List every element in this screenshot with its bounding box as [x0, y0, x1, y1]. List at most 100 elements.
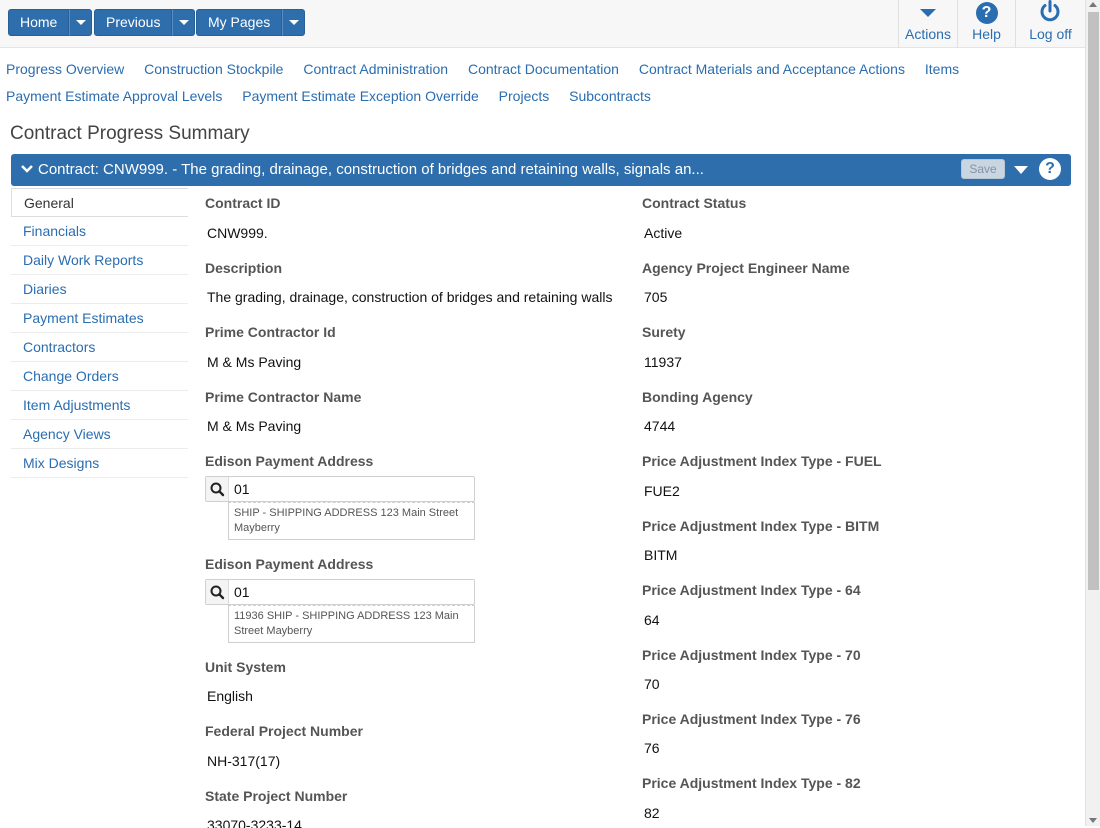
lookup-description: 11936 SHIP - SHIPPING ADDRESS 123 Main S… [228, 605, 475, 643]
field-value: 70 [644, 676, 660, 692]
field-bonding-agency: Bonding Agency 4744 [642, 389, 1072, 453]
field-label: Price Adjustment Index Type - 64 [642, 582, 861, 598]
field-label: State Project Number [205, 788, 348, 804]
search-icon[interactable] [206, 580, 229, 604]
home-dropdown-chevron-icon[interactable] [69, 9, 93, 36]
contract-title: Contract: CNW999. - The grading, drainag… [38, 161, 704, 178]
top-toolbar: Home Previous My Pages Actions ? Help Lo… [0, 0, 1085, 48]
lookup-control: 01 11936 SHIP - SHIPPING ADDRESS 123 Mai… [205, 579, 475, 643]
field-label: Contract ID [205, 195, 281, 211]
tab-agency-views[interactable]: Agency Views [11, 420, 188, 449]
my-pages-dropdown-chevron-icon[interactable] [282, 9, 306, 36]
tab-diaries[interactable]: Diaries [11, 275, 188, 304]
my-pages-split-button: My Pages [196, 9, 306, 36]
lookup-input-box: 01 [205, 476, 475, 502]
collapse-chevron-icon[interactable] [20, 162, 34, 176]
tab-mix-designs[interactable]: Mix Designs [11, 449, 188, 478]
save-button[interactable]: Save [961, 159, 1005, 179]
tab-general[interactable]: General [11, 188, 188, 217]
field-label: Price Adjustment Index Type - 70 [642, 647, 861, 663]
my-pages-button[interactable]: My Pages [196, 9, 283, 36]
page-title: Contract Progress Summary [10, 123, 250, 144]
nav-links-row-2: Payment Estimate Approval Levels Payment… [6, 88, 667, 104]
field-prime-contractor-id: Prime Contractor Id M & Ms Paving [205, 324, 615, 389]
field-edison-payment-address-1: Edison Payment Address 01 SHIP - SHIPPIN… [205, 453, 615, 556]
contract-header-bar: Contract: CNW999. - The grading, drainag… [11, 154, 1071, 186]
field-value: FUE2 [644, 483, 680, 499]
tab-item-adjustments[interactable]: Item Adjustments [11, 391, 188, 420]
edison-payment-address-input[interactable]: 01 [229, 477, 474, 501]
link-construction-stockpile[interactable]: Construction Stockpile [144, 61, 283, 77]
link-payment-estimate-approval-levels[interactable]: Payment Estimate Approval Levels [6, 88, 222, 104]
help-icon: ? [975, 2, 998, 24]
link-contract-materials[interactable]: Contract Materials and Acceptance Action… [639, 61, 905, 77]
logoff-button[interactable]: Log off [1015, 0, 1085, 48]
field-label: Surety [642, 324, 686, 340]
field-price-adjustment-82: Price Adjustment Index Type - 82 82 [642, 775, 1072, 825]
scroll-thumb[interactable] [1088, 12, 1099, 590]
link-payment-estimate-exception-override[interactable]: Payment Estimate Exception Override [242, 88, 479, 104]
field-prime-contractor-name: Prime Contractor Name M & Ms Paving [205, 389, 615, 453]
scroll-down-arrow-icon[interactable] [1089, 818, 1097, 823]
lookup-description: SHIP - SHIPPING ADDRESS 123 Main Street … [228, 502, 475, 540]
link-projects[interactable]: Projects [499, 88, 550, 104]
actions-button[interactable]: Actions [898, 0, 957, 48]
logoff-label: Log off [1029, 26, 1072, 42]
field-edison-payment-address-2: Edison Payment Address 01 11936 SHIP - S… [205, 556, 615, 659]
field-price-adjustment-fuel: Price Adjustment Index Type - FUEL FUE2 [642, 453, 1072, 518]
page-scrollbar[interactable] [1085, 0, 1100, 826]
link-progress-overview[interactable]: Progress Overview [6, 61, 124, 77]
help-label: Help [972, 26, 1001, 42]
field-value: English [207, 688, 253, 704]
tab-financials[interactable]: Financials [11, 217, 188, 246]
field-value: 82 [644, 805, 660, 821]
link-contract-administration[interactable]: Contract Administration [303, 61, 448, 77]
search-icon[interactable] [206, 477, 229, 501]
field-price-adjustment-70: Price Adjustment Index Type - 70 70 [642, 647, 1072, 711]
tab-contractors[interactable]: Contractors [11, 333, 188, 362]
field-label: Unit System [205, 659, 286, 675]
field-value: 11937 [644, 354, 682, 370]
tab-daily-work-reports[interactable]: Daily Work Reports [11, 246, 188, 275]
field-value: BITM [644, 547, 678, 563]
field-label: Price Adjustment Index Type - 76 [642, 711, 861, 727]
field-value: Active [644, 225, 683, 241]
home-split-button: Home [8, 9, 93, 36]
field-value: M & Ms Paving [207, 418, 302, 434]
power-icon [1040, 0, 1060, 22]
field-value: NH-317(17) [207, 753, 281, 769]
field-value: CNW999. [207, 225, 268, 241]
field-label: Contract Status [642, 195, 747, 211]
field-label: Price Adjustment Index Type - BITM [642, 518, 880, 534]
edison-payment-address-input[interactable]: 01 [229, 580, 474, 604]
field-label: Price Adjustment Index Type - 82 [642, 775, 861, 791]
home-button[interactable]: Home [8, 9, 70, 36]
field-surety: Surety 11937 [642, 324, 1072, 389]
general-right-column: Contract Status Active Agency Project En… [642, 195, 1072, 825]
field-label: Bonding Agency [642, 389, 753, 405]
help-button[interactable]: ? Help [957, 0, 1015, 48]
field-value: 64 [644, 612, 660, 628]
contract-help-icon[interactable]: ? [1039, 158, 1061, 180]
link-subcontracts[interactable]: Subcontracts [569, 88, 651, 104]
field-label: Agency Project Engineer Name [642, 260, 850, 276]
scroll-up-arrow-icon[interactable] [1089, 2, 1097, 7]
field-contract-id: Contract ID CNW999. [205, 195, 615, 260]
previous-dropdown-chevron-icon[interactable] [172, 9, 196, 36]
link-items[interactable]: Items [925, 61, 959, 77]
field-value: 4744 [644, 418, 676, 434]
field-label: Federal Project Number [205, 723, 363, 739]
field-label: Prime Contractor Name [205, 389, 362, 405]
tab-change-orders[interactable]: Change Orders [11, 362, 188, 391]
link-contract-documentation[interactable]: Contract Documentation [468, 61, 619, 77]
previous-button[interactable]: Previous [94, 9, 173, 36]
tab-payment-estimates[interactable]: Payment Estimates [11, 304, 188, 333]
field-federal-project-number: Federal Project Number NH-317(17) [205, 723, 615, 788]
contract-menu-caret-icon[interactable] [1014, 166, 1028, 174]
field-value: 33070-3233-14 [207, 817, 302, 828]
field-label: Price Adjustment Index Type - FUEL [642, 453, 882, 469]
field-price-adjustment-76: Price Adjustment Index Type - 76 76 [642, 711, 1072, 775]
field-value: The grading, drainage, construction of b… [207, 289, 613, 305]
actions-caret-icon [920, 9, 936, 17]
field-label: Edison Payment Address [205, 453, 374, 469]
